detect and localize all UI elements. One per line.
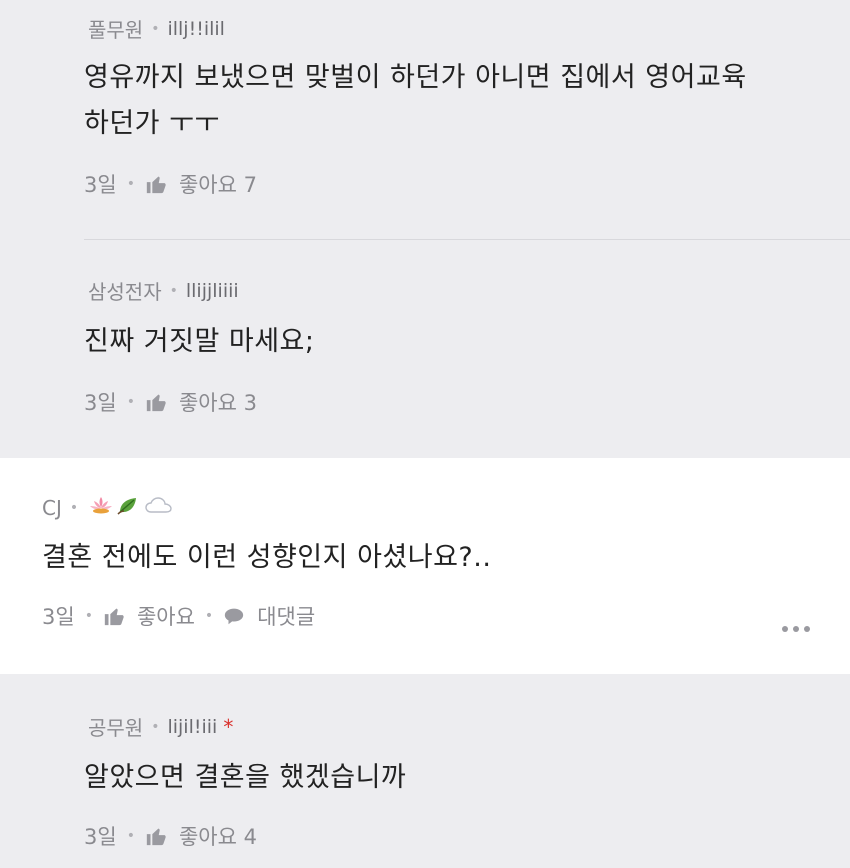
comment-text-line: 진짜 거짓말 마세요;: [84, 326, 315, 357]
timestamp: 3일: [84, 825, 117, 849]
dot: [793, 626, 799, 632]
reply-comment: 삼성전자 • llijjliiii 진짜 거짓말 마세요; 3일 • 좋아요 3: [0, 240, 850, 458]
nickname[interactable]: 공무원: [88, 712, 143, 741]
nickname[interactable]: 삼성전자: [88, 276, 162, 305]
thumbs-up-icon[interactable]: [103, 605, 129, 627]
separator-dot: •: [69, 499, 79, 516]
thumbs-up-icon[interactable]: [145, 173, 171, 195]
comment-footer: 3일 • 좋아요 4: [84, 821, 810, 851]
star-badge: *: [223, 714, 234, 739]
user-id: llijjliiii: [185, 279, 239, 302]
leaf-icon: [116, 494, 142, 521]
timestamp: 3일: [84, 173, 117, 197]
like-button[interactable]: 좋아요 7: [179, 169, 257, 199]
lotus-icon: [88, 494, 114, 521]
comment-text-line: 하던가 ㅜㅜ: [84, 108, 220, 139]
separator-dot: •: [151, 718, 160, 735]
comment-meta: 풀무원 • illj!!ilil: [88, 14, 810, 43]
thumbs-up-icon[interactable]: [145, 825, 171, 847]
comment-footer: 3일 • 좋아요 7: [84, 169, 810, 199]
comment-meta: 공무원 • lijil!iii *: [88, 712, 810, 741]
comment-text-line: 결혼 전에도 이런 성향인지 아셨나요?..: [42, 542, 492, 573]
cloud-icon: [144, 494, 174, 521]
nickname[interactable]: CJ: [42, 496, 62, 520]
separator-dot: •: [84, 608, 93, 624]
more-options-icon[interactable]: [782, 626, 810, 632]
separator-dot: •: [204, 608, 214, 624]
comment-text: 결혼 전에도 이런 성향인지 아셨나요?..: [42, 535, 810, 581]
dot: [804, 626, 810, 632]
like-button[interactable]: 좋아요: [137, 601, 195, 631]
comment-footer: 3일 • 좋아요 • 대댓글: [42, 601, 810, 631]
comment-text-line: 알았으면 결혼을 했겠습니까: [84, 762, 407, 793]
timestamp: 3일: [42, 605, 75, 629]
thumbs-up-icon[interactable]: [145, 391, 171, 413]
reply-button[interactable]: 대댓글: [257, 601, 315, 631]
comment-meta: CJ •: [42, 494, 810, 521]
separator-dot: •: [151, 20, 160, 37]
separator-dot: •: [169, 282, 178, 299]
reply-comment: 공무원 • lijil!iii * 알았으면 결혼을 했겠습니까 3일 • 좋아…: [0, 674, 850, 868]
separator-dot: •: [126, 394, 135, 410]
separator-dot: •: [126, 176, 135, 192]
dot: [782, 626, 788, 632]
nickname[interactable]: 풀무원: [88, 14, 143, 43]
comment-text: 영유까지 보냈으면 맞벌이 하던가 아니면 집에서 영어교육 하던가 ㅜㅜ: [84, 55, 810, 147]
comment-text: 알았으면 결혼을 했겠습니까: [84, 755, 810, 801]
like-button[interactable]: 좋아요 3: [179, 387, 257, 417]
user-badges: [88, 494, 174, 521]
user-id: illj!!ilil: [167, 17, 225, 40]
speech-bubble-icon[interactable]: [223, 605, 249, 627]
main-comment: CJ • 결혼 전에도 이런 성향인지 아셨나요?.. 3일 • 좋아요 • 대…: [0, 458, 850, 674]
reply-comment: 풀무원 • illj!!ilil 영유까지 보냈으면 맞벌이 하던가 아니면 집…: [0, 0, 850, 240]
separator-dot: •: [126, 828, 135, 844]
user-id: lijil!iii: [167, 715, 218, 738]
comment-footer: 3일 • 좋아요 3: [84, 387, 810, 417]
comment-meta: 삼성전자 • llijjliiii: [88, 276, 810, 305]
timestamp: 3일: [84, 391, 117, 415]
comment-text: 진짜 거짓말 마세요;: [84, 319, 810, 365]
like-button[interactable]: 좋아요 4: [179, 821, 257, 851]
comment-text-line: 영유까지 보냈으면 맞벌이 하던가 아니면 집에서 영어교육: [84, 62, 747, 93]
